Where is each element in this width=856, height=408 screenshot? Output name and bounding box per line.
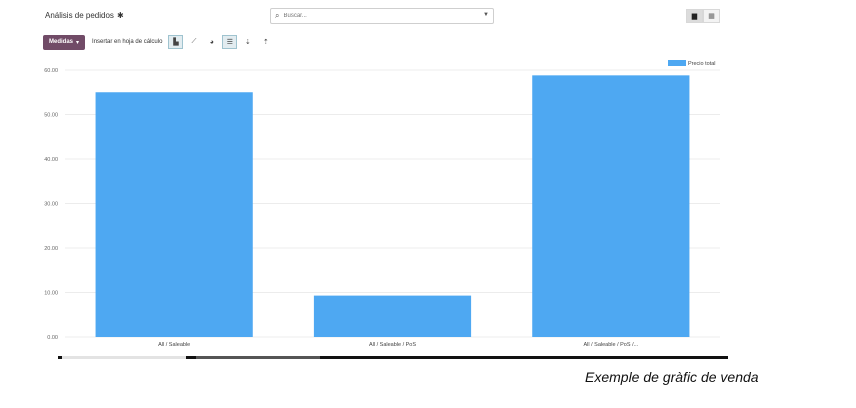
x-tick-label: All / Saleable / PoS /... [583, 342, 638, 348]
insert-spreadsheet-button[interactable]: Insertar en hoja de cálculo [92, 39, 162, 45]
sort-ascending-icon: ⇡ [262, 39, 269, 46]
sort-descending-icon: ⇣ [244, 39, 251, 46]
page-title: Análisis de pedidos [45, 11, 114, 20]
pie-chart-button[interactable]: ◕ [204, 35, 219, 49]
caret-down-icon[interactable]: ▼ [483, 12, 489, 18]
legend-label[interactable]: Precio total [688, 61, 716, 67]
y-tick-label: 60.00 [44, 68, 58, 74]
line-chart-button[interactable]: ⟋ [186, 35, 201, 49]
legend-swatch[interactable] [668, 60, 686, 66]
y-tick-label: 40.00 [44, 157, 58, 163]
view-switcher: ▆ ▦ [686, 9, 720, 23]
x-tick-label: All / Saleable / PoS [369, 342, 416, 348]
scrollbar-track [58, 356, 728, 359]
measures-button[interactable]: Medidas ▾ [43, 34, 86, 50]
graph-view: Análisis de pedidos ✱ ⌕ ▼ ▆ ▦ Medidas ▾ … [40, 0, 728, 360]
scroll-segment [62, 356, 186, 359]
graph-toolbar: Medidas ▾ Insertar en hoja de cálculo ▙ … [40, 34, 276, 50]
bar-chart-button[interactable]: ▙ [168, 35, 184, 49]
scroll-segment [196, 356, 320, 359]
figure-caption: Exemple de gràfic de venda [585, 369, 759, 385]
pivot-view-button[interactable]: ▦ [703, 9, 720, 23]
stacked-button[interactable]: ☰ [222, 35, 238, 49]
control-panel: Análisis de pedidos ✱ ⌕ ▼ ▆ ▦ [40, 0, 728, 32]
search-input[interactable] [283, 10, 464, 22]
y-tick-label: 30.00 [44, 202, 58, 208]
sort-descending-button[interactable]: ⇣ [240, 35, 255, 49]
stacked-icon: ☰ [226, 39, 234, 46]
pie-chart-icon: ◕ [209, 38, 215, 46]
bar-chart-icon: ▙ [173, 39, 179, 46]
search-bar[interactable]: ⌕ ▼ [270, 8, 494, 24]
search-icon: ⌕ [275, 11, 280, 20]
bar-chart-icon: ▆ [691, 13, 698, 20]
sort-ascending-button[interactable]: ⇡ [258, 35, 273, 49]
bar[interactable] [95, 92, 253, 337]
y-tick-label: 20.00 [44, 246, 58, 252]
bar[interactable] [532, 75, 690, 337]
bar-chart: 0.00 10.00 20.00 30.00 40.00 50.00 60.00 All / … [44, 60, 720, 348]
caret-down-icon: ▾ [76, 39, 80, 46]
x-tick-label: All / Saleable [158, 342, 190, 348]
measures-label: Medidas [49, 39, 74, 45]
breadcrumb: Análisis de pedidos ✱ [45, 11, 124, 20]
chart-area: 0.00 10.00 20.00 30.00 40.00 50.00 60.00 All / … [40, 54, 728, 358]
y-tick-label: 10.00 [44, 291, 58, 297]
graph-view-button[interactable]: ▆ [686, 9, 703, 23]
pivot-table-icon: ▦ [708, 13, 715, 20]
line-chart-icon: ⟋ [191, 38, 197, 45]
bar[interactable] [313, 295, 472, 337]
gear-icon[interactable]: ✱ [117, 11, 124, 20]
y-tick-label: 0.00 [47, 335, 58, 341]
y-tick-label: 50.00 [44, 113, 58, 119]
